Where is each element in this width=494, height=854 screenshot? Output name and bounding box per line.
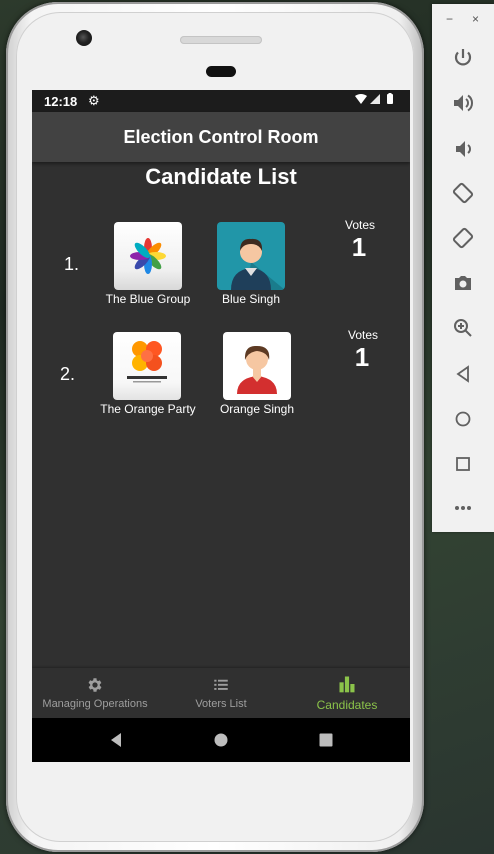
votes-count: 1 — [354, 342, 370, 372]
home-button[interactable] — [213, 732, 229, 748]
status-time: 12:18 — [44, 94, 78, 109]
wifi-signal-battery-icon — [355, 93, 393, 104]
candidate-number: 1. — [64, 254, 80, 274]
back-button[interactable] — [108, 732, 124, 748]
votes-count: 1 — [351, 232, 367, 262]
zoom-icon[interactable] — [451, 316, 475, 340]
votes-label: Votes — [347, 328, 379, 342]
power-icon[interactable] — [451, 46, 475, 70]
app-screen: 12:18 ⚙ Election Control Room Candidate … — [32, 90, 410, 762]
party-logo[interactable] — [114, 222, 182, 290]
candidate-name: Orange Singh — [219, 402, 295, 416]
status-bar: 12:18 ⚙ — [32, 90, 410, 112]
settings-icon: ⚙ — [88, 93, 100, 108]
candidate-number: 2. — [60, 364, 76, 384]
more-icon[interactable] — [451, 496, 475, 520]
volume-down-icon[interactable] — [451, 137, 475, 161]
candidate-avatar[interactable] — [223, 332, 291, 400]
camera-icon[interactable] — [451, 271, 475, 295]
page-title: Candidate List — [145, 164, 297, 189]
phone-earpiece — [206, 66, 236, 77]
candidate-row[interactable]: 2. The Orange Party Orange Singh Votes 1 — [32, 328, 410, 432]
phone-speaker-grille — [180, 36, 262, 44]
person-avatar-icon — [231, 238, 285, 290]
party-name: The Orange Party — [100, 402, 196, 416]
emulator-toolbar: − × — [432, 4, 494, 532]
bar-chart-icon — [284, 674, 410, 693]
gear-icon — [32, 676, 158, 694]
nav-voters-list[interactable]: Voters List — [158, 668, 284, 718]
nav-managing-operations[interactable]: Managing Operations — [32, 668, 158, 718]
nav-label: Managing Operations — [42, 698, 148, 710]
nav-label: Voters List — [195, 698, 247, 710]
candidate-name: Blue Singh — [221, 292, 281, 306]
system-navigation-bar — [32, 718, 410, 762]
nav-label: Candidates — [316, 698, 378, 712]
volume-up-icon[interactable] — [451, 91, 475, 115]
votes-label: Votes — [344, 218, 376, 232]
candidate-row[interactable]: 1. The Blue Group Blue Singh Votes 1 — [32, 218, 410, 322]
list-icon — [158, 676, 284, 694]
candidate-avatar[interactable] — [217, 222, 285, 290]
app-bar: Election Control Room — [32, 112, 410, 162]
back-icon[interactable] — [451, 362, 475, 386]
flower-logo-icon — [130, 238, 166, 274]
overview-button[interactable] — [318, 732, 334, 748]
home-icon[interactable] — [451, 407, 475, 431]
orange-logo-icon — [127, 341, 167, 383]
rotate-right-icon[interactable] — [451, 226, 475, 250]
overview-icon[interactable] — [451, 452, 475, 476]
bottom-navigation: Managing Operations Voters List Candidat… — [32, 668, 410, 718]
phone-frame: 12:18 ⚙ Election Control Room Candidate … — [6, 2, 424, 852]
app-title: Election Control Room — [123, 127, 319, 147]
rotate-left-icon[interactable] — [451, 181, 475, 205]
party-name: The Blue Group — [105, 292, 191, 306]
front-camera — [76, 30, 92, 46]
minimize-button[interactable]: − — [446, 12, 453, 26]
party-logo[interactable] — [113, 332, 181, 400]
person-avatar-icon — [237, 345, 277, 394]
status-icons — [354, 93, 398, 108]
close-button[interactable]: × — [472, 12, 479, 26]
nav-candidates[interactable]: Candidates — [284, 668, 410, 718]
